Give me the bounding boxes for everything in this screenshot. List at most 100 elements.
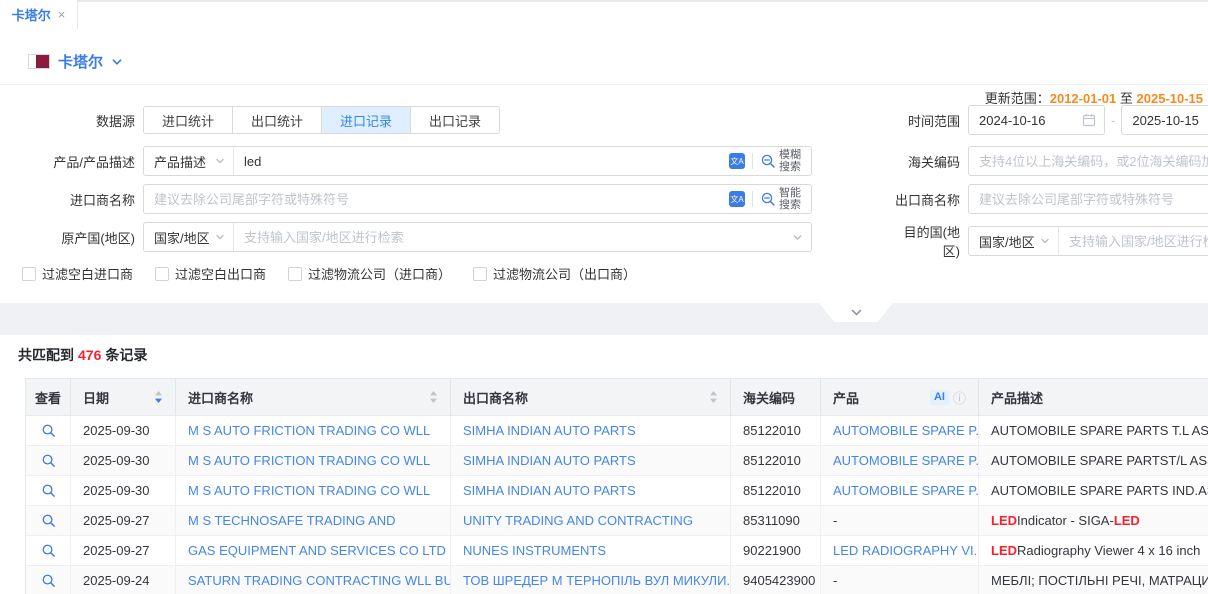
cell-product-desc: AUTOMOBILE SPARE PARTST/L ASSY ... [979, 446, 1208, 476]
view-record-button[interactable] [26, 536, 71, 566]
cell-product: - [821, 566, 979, 594]
chevron-down-icon [792, 232, 811, 243]
product-type-select[interactable]: 产品描述 [144, 147, 234, 175]
translate-icon[interactable]: 文A [729, 191, 745, 207]
cell-importer: M S AUTO FRICTION TRADING CO WLL [176, 446, 451, 476]
result-count: 476 [78, 347, 101, 363]
origin-country-input[interactable] [234, 223, 792, 251]
data-source-option-1[interactable]: 出口统计 [232, 107, 321, 133]
sort-control[interactable] [429, 390, 438, 404]
magnifier-icon [41, 423, 56, 438]
column-header-exporter[interactable]: 出口商名称 [451, 379, 731, 416]
cell-hs-code: 90221900 [731, 536, 821, 566]
filter-checkbox-3[interactable]: 过滤物流公司（出口商） [473, 264, 636, 283]
cell-date: 2025-09-27 [71, 536, 176, 566]
exporter-input[interactable] [968, 184, 1208, 214]
column-label: 进口商名称 [188, 388, 425, 407]
product-input[interactable] [234, 147, 729, 175]
date-from-value: 2024-10-16 [979, 113, 1076, 128]
sort-control[interactable] [709, 390, 718, 404]
exporter-link[interactable]: UNITY TRADING AND CONTRACTING [463, 513, 693, 528]
origin-country-box: 国家/地区 [143, 222, 812, 252]
origin-country-select-value: 国家/地区 [154, 228, 210, 247]
product-link[interactable]: AUTOMOBILE SPARE P... [833, 423, 979, 438]
desc-highlight: LED [991, 513, 1017, 528]
importer-link[interactable]: M S AUTO FRICTION TRADING CO WLL [188, 423, 430, 438]
importer-input[interactable] [144, 185, 729, 213]
exporter-link[interactable]: SIMHA INDIAN AUTO PARTS [463, 453, 636, 468]
column-label: 日期 [83, 388, 150, 407]
translate-icon[interactable]: 文A [729, 153, 745, 169]
importer-link[interactable]: M S AUTO FRICTION TRADING CO WLL [188, 453, 430, 468]
info-icon[interactable]: ⓘ [953, 388, 966, 407]
checkbox-icon[interactable] [288, 267, 302, 281]
product-link[interactable]: AUTOMOBILE SPARE P... [833, 483, 979, 498]
cell-date: 2025-09-30 [71, 476, 176, 506]
column-header-date[interactable]: 日期 [71, 379, 176, 416]
checkbox-icon[interactable] [155, 267, 169, 281]
date-from-input[interactable]: 2024-10-16 [968, 105, 1105, 135]
dest-country-select[interactable]: 国家/地区 [969, 227, 1059, 255]
tab-bar [0, 0, 1208, 2]
product-type-value: 产品描述 [154, 152, 206, 171]
filter-checkbox-2[interactable]: 过滤物流公司（进口商） [288, 264, 451, 283]
cell-product-desc: AUTOMOBILE SPARE PARTS T.L ASSY ... [979, 416, 1208, 446]
cell-importer: GAS EQUIPMENT AND SERVICES CO LTD [176, 536, 451, 566]
cell-product-desc: МЕБЛІ; ПОСТІЛЬНІ РЕЧІ, МАТРАЦИ,... [979, 566, 1208, 594]
date-to-value: 2025-10-15 [1132, 113, 1208, 128]
cell-hs-code: 85122010 [731, 416, 821, 446]
checkbox-icon[interactable] [473, 267, 487, 281]
date-range-separator: - [1111, 113, 1115, 128]
sort-icon [709, 390, 718, 404]
magnifier-icon [41, 543, 56, 558]
product-link[interactable]: AUTOMOBILE SPARE P... [833, 453, 979, 468]
tab-close-icon[interactable]: × [58, 8, 66, 21]
smart-search-toggle[interactable]: 智能搜索 [760, 187, 811, 211]
exporter-link[interactable]: SIMHA INDIAN AUTO PARTS [463, 423, 636, 438]
date-to-input[interactable]: 2025-10-15 [1121, 105, 1208, 135]
exporter-link[interactable]: SIMHA INDIAN AUTO PARTS [463, 483, 636, 498]
sort-control[interactable] [154, 390, 163, 404]
exporter-link[interactable]: ТОВ ШРЕДЕР М ТЕРНОПІЛЬ ВУЛ МИКУЛИ... [463, 573, 731, 588]
importer-link[interactable]: M S TECHNOSAFE TRADING AND [188, 513, 396, 528]
view-record-button[interactable] [26, 566, 71, 594]
cell-product: AUTOMOBILE SPARE P... [821, 416, 979, 446]
data-source-option-2[interactable]: 进口记录 [321, 107, 410, 133]
data-source-option-3[interactable]: 出口记录 [410, 107, 499, 133]
desc-text: МЕБЛІ; ПОСТІЛЬНІ РЕЧІ, МАТРАЦИ,... [991, 573, 1208, 588]
checkbox-icon[interactable] [22, 267, 36, 281]
importer-link[interactable]: GAS EQUIPMENT AND SERVICES CO LTD [188, 543, 446, 558]
cell-product: LED RADIOGRAPHY VI... [821, 536, 979, 566]
ai-badge: AI [930, 390, 949, 405]
column-header-importer[interactable]: 进口商名称 [176, 379, 451, 416]
column-label: 产品描述 [991, 388, 1208, 407]
view-record-button[interactable] [26, 416, 71, 446]
origin-country-select[interactable]: 国家/地区 [144, 223, 234, 251]
cell-exporter: UNITY TRADING AND CONTRACTING [451, 506, 731, 536]
view-record-button[interactable] [26, 446, 71, 476]
cell-importer: M S AUTO FRICTION TRADING CO WLL [176, 416, 451, 446]
table-row: 2025-09-24SATURN TRADING CONTRACTING WLL… [26, 566, 1208, 594]
dest-country-input[interactable] [1059, 227, 1208, 255]
importer-link[interactable]: SATURN TRADING CONTRACTING WLL BUI... [188, 573, 451, 588]
view-record-button[interactable] [26, 506, 71, 536]
update-range-label: 更新范围： [985, 91, 1050, 106]
table-row: 2025-09-30M S AUTO FRICTION TRADING CO W… [26, 446, 1208, 476]
filter-checkbox-1[interactable]: 过滤空白出口商 [155, 264, 266, 283]
desc-text: AUTOMOBILE SPARE PARTS T.L ASSY ... [991, 423, 1208, 438]
product-link[interactable]: LED RADIOGRAPHY VI... [833, 543, 979, 558]
exporter-label: 出口商名称 [888, 190, 960, 209]
importer-link[interactable]: M S AUTO FRICTION TRADING CO WLL [188, 483, 430, 498]
cell-importer: M S TECHNOSAFE TRADING AND [176, 506, 451, 536]
view-record-button[interactable] [26, 476, 71, 506]
importer-search-box: 文A 智能搜索 [143, 184, 812, 214]
filter-checkbox-0[interactable]: 过滤空白进口商 [22, 264, 133, 283]
exporter-link[interactable]: NUNES INSTRUMENTS [463, 543, 606, 558]
cell-exporter: ТОВ ШРЕДЕР М ТЕРНОПІЛЬ ВУЛ МИКУЛИ... [451, 566, 731, 594]
tab-qatar[interactable]: 卡塔尔 × [0, 0, 78, 29]
fuzzy-search-toggle[interactable]: 模糊搜索 [760, 149, 811, 173]
country-header: 卡塔尔 [0, 39, 1208, 85]
data-source-option-0[interactable]: 进口统计 [144, 107, 232, 133]
hs-code-input[interactable] [968, 146, 1208, 176]
chevron-down-icon[interactable] [111, 56, 123, 68]
